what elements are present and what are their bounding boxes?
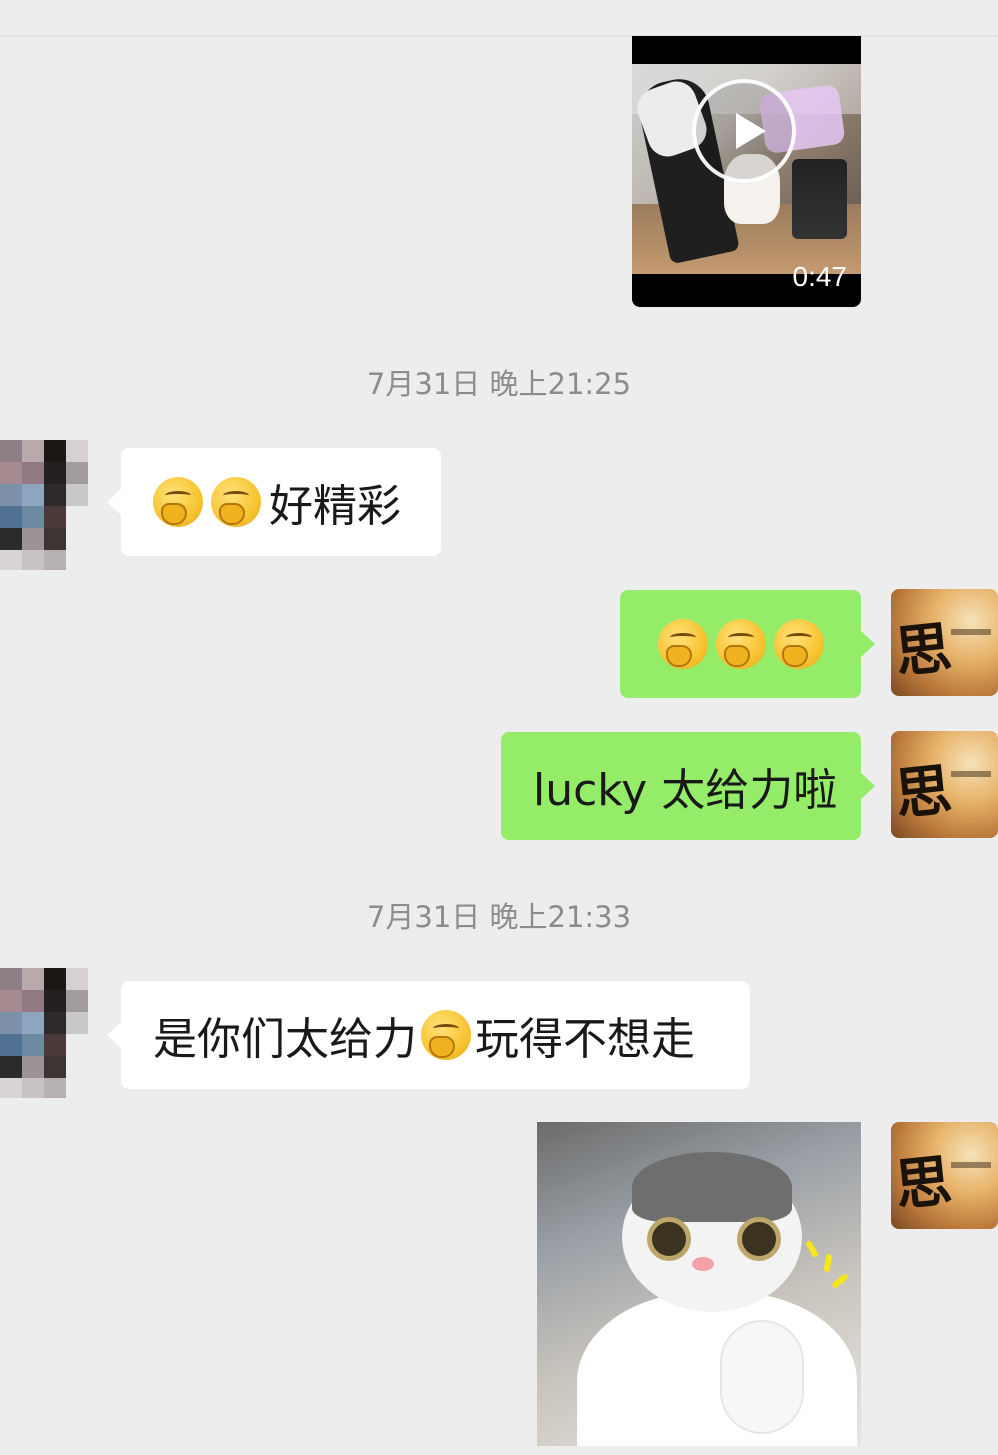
smirk-emoji-icon (421, 1010, 471, 1060)
play-icon[interactable] (692, 79, 796, 183)
user-avatar[interactable]: 思迪 (891, 589, 998, 696)
message-bubble-sent[interactable] (620, 590, 875, 698)
message-text: 玩得不想走 (475, 1014, 695, 1065)
smirk-emoji-icon (211, 477, 261, 527)
avatar-logo: 思迪 (892, 757, 957, 838)
contact-avatar[interactable] (0, 968, 90, 1098)
cat-thumbs-up-sticker[interactable] (537, 1122, 861, 1446)
smirk-emoji-icon (153, 477, 203, 527)
video-message[interactable]: 0:47 (632, 36, 861, 307)
avatar-logo: 思迪 (892, 615, 957, 696)
user-avatar[interactable]: 思迪 (891, 1122, 998, 1229)
message-timestamp: 7月31日 晚上21:33 (366, 900, 632, 934)
message-bubble-received[interactable]: 是你们太给力 玩得不想走 (107, 981, 750, 1089)
user-avatar[interactable]: 思迪 (891, 731, 998, 838)
avatar-logo: 思迪 (892, 1148, 957, 1229)
message-bubble-received[interactable]: 好精彩 (107, 448, 441, 556)
message-bubble-sent[interactable]: lucky 太给力啦 (501, 732, 875, 840)
smirk-emoji-icon (773, 619, 824, 669)
video-duration: 0:47 (792, 261, 848, 292)
smirk-emoji-icon (715, 619, 766, 669)
message-text: 好精彩 (269, 481, 401, 532)
chat-screen: 0:47 7月31日 晚上21:25 好精彩 思迪 lucky 太给力啦 思迪 … (0, 0, 998, 1455)
video-thumbnail (632, 64, 861, 274)
message-text: 是你们太给力 (153, 1014, 417, 1065)
smirk-emoji-icon (657, 619, 708, 669)
message-text: lucky 太给力啦 (533, 765, 838, 816)
contact-avatar[interactable] (0, 440, 90, 570)
message-timestamp: 7月31日 晚上21:25 (366, 367, 632, 401)
